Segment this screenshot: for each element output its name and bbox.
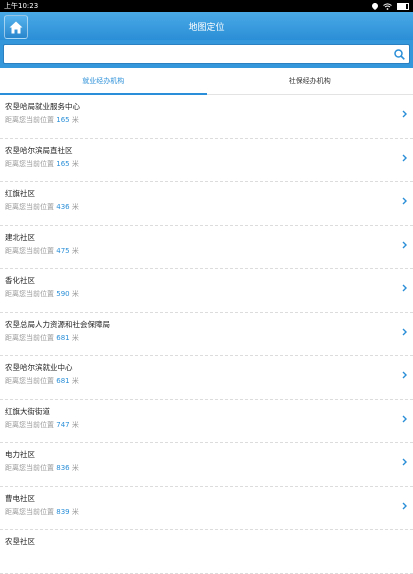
item-distance: 距离您当前位置 590 米 — [5, 289, 79, 299]
tab-label: 就业经办机构 — [82, 76, 124, 86]
tab-bar: 就业经办机构 社保经办机构 — [0, 68, 413, 95]
item-distance: 距离您当前位置 165 米 — [5, 159, 79, 169]
item-distance: 距离您当前位置 436 米 — [5, 202, 79, 212]
list-item[interactable]: 农垦总局人力资源和社会保障局 距离您当前位置 681 米 — [0, 313, 413, 357]
list-item[interactable]: 香化社区 距离您当前位置 590 米 — [0, 269, 413, 313]
tab-social-security-agencies[interactable]: 社保经办机构 — [207, 68, 413, 94]
list-item[interactable]: 红旗大街街道 距离您当前位置 747 米 — [0, 400, 413, 444]
location-icon — [372, 3, 378, 10]
item-distance: 距离您当前位置 836 米 — [5, 463, 79, 473]
list-item[interactable]: 农垦哈尔滨就业中心 距离您当前位置 681 米 — [0, 356, 413, 400]
item-name: 农垦社区 — [5, 536, 35, 547]
agency-list: 农垦哈局就业服务中心 距离您当前位置 165 米 农垦哈尔滨局直社区 距离您当前… — [0, 95, 413, 574]
status-time: 上午10:23 — [4, 1, 38, 11]
list-item[interactable]: 曹电社区 距离您当前位置 839 米 — [0, 487, 413, 531]
search-box — [3, 44, 410, 64]
list-item[interactable]: 农垦哈尔滨局直社区 距离您当前位置 165 米 — [0, 139, 413, 183]
search-bar — [0, 40, 413, 68]
list-item[interactable]: 红旗社区 距离您当前位置 436 米 — [0, 182, 413, 226]
page-title: 地图定位 — [188, 20, 224, 33]
chevron-right-icon — [402, 241, 407, 249]
item-name: 曹电社区 — [5, 493, 35, 504]
search-input[interactable] — [8, 46, 394, 62]
list-item[interactable]: 农垦社区 — [0, 530, 413, 574]
item-name: 农垦总局人力资源和社会保障局 — [5, 319, 110, 330]
list-item[interactable]: 建北社区 距离您当前位置 475 米 — [0, 226, 413, 270]
battery-icon — [397, 3, 409, 10]
chevron-right-icon — [402, 154, 407, 162]
chevron-right-icon — [402, 284, 407, 292]
list-item[interactable]: 电力社区 距离您当前位置 836 米 — [0, 443, 413, 487]
tab-employment-agencies[interactable]: 就业经办机构 — [0, 68, 207, 94]
item-name: 香化社区 — [5, 275, 35, 286]
item-distance: 距离您当前位置 839 米 — [5, 507, 79, 517]
item-name: 农垦哈尔滨局直社区 — [5, 145, 73, 156]
item-name: 电力社区 — [5, 449, 35, 460]
item-distance: 距离您当前位置 681 米 — [5, 333, 79, 343]
search-icon[interactable] — [394, 49, 405, 60]
item-distance: 距离您当前位置 475 米 — [5, 246, 79, 256]
chevron-right-icon — [402, 371, 407, 379]
item-name: 农垦哈局就业服务中心 — [5, 101, 80, 112]
item-name: 农垦哈尔滨就业中心 — [5, 362, 73, 373]
chevron-right-icon — [402, 502, 407, 510]
chevron-right-icon — [402, 110, 407, 118]
chevron-right-icon — [402, 415, 407, 423]
tab-label: 社保经办机构 — [289, 76, 331, 86]
app-header: 地图定位 — [0, 12, 413, 40]
status-bar: 上午10:23 — [0, 0, 413, 12]
item-name: 建北社区 — [5, 232, 35, 243]
item-distance: 距离您当前位置 681 米 — [5, 376, 79, 386]
chevron-right-icon — [402, 197, 407, 205]
status-icons — [372, 3, 409, 10]
list-item[interactable]: 农垦哈局就业服务中心 距离您当前位置 165 米 — [0, 95, 413, 139]
chevron-right-icon — [402, 458, 407, 466]
item-distance: 距离您当前位置 165 米 — [5, 115, 79, 125]
chevron-right-icon — [402, 328, 407, 336]
home-button[interactable] — [4, 15, 28, 39]
wifi-icon — [383, 3, 392, 10]
item-name: 红旗大街街道 — [5, 406, 50, 417]
home-icon — [9, 21, 23, 34]
item-distance: 距离您当前位置 747 米 — [5, 420, 79, 430]
item-name: 红旗社区 — [5, 188, 35, 199]
